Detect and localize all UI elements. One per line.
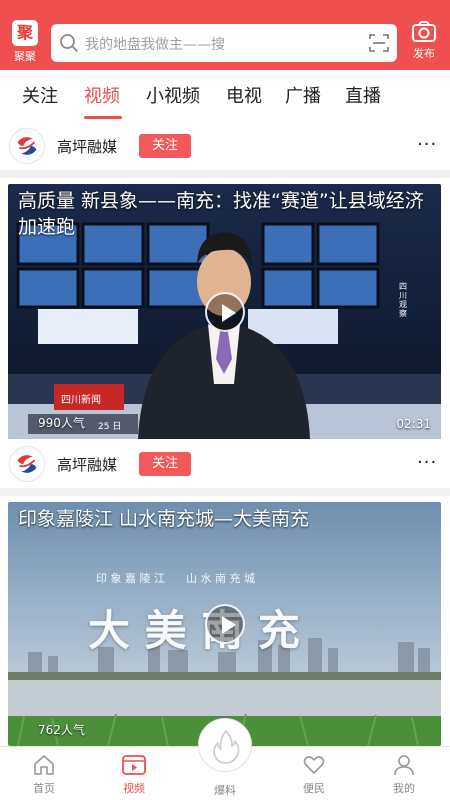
- tab-live[interactable]: 直播: [345, 82, 381, 108]
- logo-label: 聚聚: [14, 50, 36, 63]
- poster-main-title: 大 美 南 充: [88, 606, 300, 655]
- camera-icon: [412, 21, 436, 42]
- follow-button[interactable]: 关注: [139, 134, 191, 158]
- video-duration: 02:31: [396, 417, 431, 431]
- channel-row: 高坪融媒 关注 ···: [0, 440, 450, 488]
- app-logo[interactable]: 聚 聚聚: [8, 20, 42, 66]
- tab-follow[interactable]: 关注: [22, 82, 58, 108]
- user-icon: [394, 755, 414, 776]
- video-card[interactable]: 高质量 新县象——南充：找准“赛道”让县域经济加速跑 四川新闻 25 日 四川观…: [8, 184, 441, 439]
- nav-services-label: 便民: [303, 782, 325, 795]
- poster-subtitle: 印 象 嘉 陵 江 山 水 南 充 城: [96, 572, 255, 585]
- search-icon: [60, 34, 78, 52]
- follow-button[interactable]: 关注: [139, 452, 191, 476]
- video-card[interactable]: 印象嘉陵江 山水南充城—大美南充 印 象 嘉 陵 江 山 水 南 充 城 大 美…: [8, 502, 441, 746]
- view-count: 762人气: [38, 723, 85, 737]
- tab-radio[interactable]: 广播: [285, 82, 321, 108]
- channel-name[interactable]: 高坪融媒: [57, 136, 117, 157]
- nav-home-label: 首页: [33, 782, 55, 795]
- play-button[interactable]: [204, 604, 245, 644]
- nav-video[interactable]: 视频: [104, 747, 164, 800]
- channel-avatar[interactable]: [9, 446, 45, 482]
- news-date-caption: 25 日: [98, 422, 122, 432]
- more-options-icon[interactable]: ···: [417, 452, 437, 473]
- scan-icon[interactable]: [369, 33, 389, 53]
- nav-report[interactable]: [198, 718, 252, 772]
- category-tabs: 关注 视频 小视频 电视 广播 直播: [0, 70, 450, 122]
- channel-name[interactable]: 高坪融媒: [57, 454, 117, 475]
- divider: [0, 488, 450, 496]
- nav-profile[interactable]: 我的: [374, 747, 434, 800]
- video-title[interactable]: 印象嘉陵江 山水南充城—大美南充: [18, 506, 431, 532]
- channel-avatar[interactable]: [9, 128, 45, 164]
- publish-label: 发布: [413, 47, 435, 60]
- logo-badge: 聚: [12, 20, 38, 46]
- more-options-icon[interactable]: ···: [417, 134, 437, 155]
- active-tab-indicator: [84, 116, 122, 119]
- nav-home[interactable]: 首页: [14, 747, 74, 800]
- top-header: 聚 聚聚 我的地盘我做主——搜 发布: [0, 0, 450, 70]
- nav-report-label: 爆料: [214, 784, 236, 797]
- fire-icon: [213, 730, 240, 764]
- divider: [0, 170, 450, 178]
- tab-video[interactable]: 视频: [84, 82, 120, 108]
- tab-short-video[interactable]: 小视频: [146, 82, 200, 108]
- channel-row: 高坪融媒 关注 ···: [0, 122, 450, 170]
- search-bar[interactable]: 我的地盘我做主——搜: [51, 24, 397, 62]
- video-title[interactable]: 高质量 新县象——南充：找准“赛道”让县域经济加速跑: [18, 188, 431, 240]
- heart-icon: [303, 756, 325, 774]
- video-icon: [122, 755, 146, 775]
- tab-tv[interactable]: 电视: [226, 82, 262, 108]
- search-placeholder: 我的地盘我做主——搜: [85, 37, 225, 53]
- home-icon: [34, 755, 54, 775]
- publish-button[interactable]: 发布: [408, 20, 440, 66]
- play-button[interactable]: [204, 291, 245, 332]
- nav-services[interactable]: 便民: [284, 747, 344, 800]
- nav-profile-label: 我的: [393, 782, 415, 795]
- nav-video-label: 视频: [123, 782, 145, 795]
- news-logo-caption: 四川新闻: [61, 395, 101, 406]
- side-channel-caption: 四川观察: [399, 282, 407, 318]
- view-count: 990人气: [38, 416, 85, 430]
